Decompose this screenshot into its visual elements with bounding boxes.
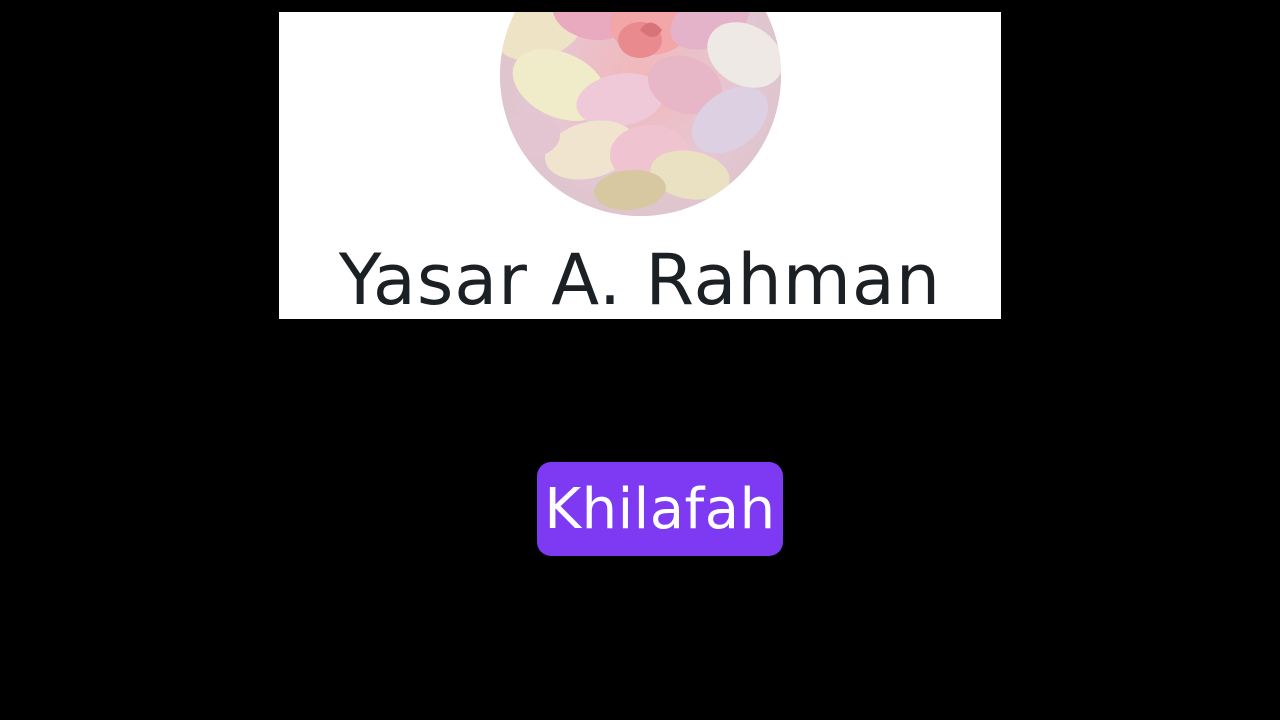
caption-badge: Khilafah bbox=[537, 462, 783, 556]
video-frame: Yasar A. Rahman Khilafah bbox=[0, 0, 1280, 720]
profile-card: Yasar A. Rahman bbox=[279, 12, 1001, 319]
avatar bbox=[500, 12, 781, 216]
caption-text: Khilafah bbox=[544, 476, 776, 542]
rose-petals-avatar-icon bbox=[500, 12, 781, 216]
profile-name: Yasar A. Rahman bbox=[338, 239, 942, 319]
